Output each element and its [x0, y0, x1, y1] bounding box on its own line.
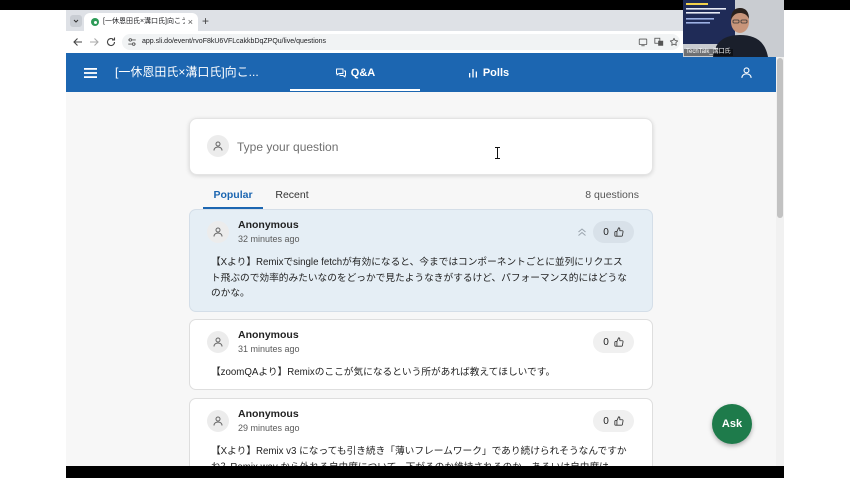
tab-polls-label: Polls	[482, 66, 510, 79]
tab-polls[interactable]: Polls	[423, 53, 553, 92]
app-header: [一休恩田氏×溝口氏]向こ... Q&A Polls	[66, 53, 776, 92]
scrollbar[interactable]	[776, 53, 784, 466]
translate-icon[interactable]	[654, 37, 664, 47]
avatar	[207, 410, 229, 432]
reload-icon[interactable]	[105, 36, 117, 48]
avatar	[207, 221, 229, 243]
person-icon	[213, 227, 223, 237]
browser-tab[interactable]: [一休恩田氏×溝口氏]向こう一ル ×	[84, 13, 198, 31]
double-chevron-up-icon	[578, 228, 586, 236]
like-button[interactable]: 0	[593, 410, 634, 432]
tab-title: [一休恩田氏×溝口氏]向こう一ル	[103, 18, 185, 25]
question-input[interactable]	[237, 119, 637, 174]
person-icon	[213, 141, 223, 151]
question-author: Anonymous	[238, 219, 299, 231]
question-time: 32 minutes ago	[238, 234, 300, 244]
tab-qa-label: Q&A	[350, 66, 376, 79]
question-text: 【Xより】Remix v3 になっても引き続き「薄いフレームワーク」であり続けら…	[211, 446, 627, 466]
tab-close-button[interactable]: ×	[188, 13, 193, 31]
like-count: 0	[603, 226, 609, 238]
person-icon	[213, 337, 223, 347]
question-time: 29 minutes ago	[238, 423, 300, 433]
like-count: 0	[603, 415, 609, 427]
chat-bubbles-icon	[335, 68, 346, 77]
like-count: 0	[603, 336, 609, 348]
like-button[interactable]: 0	[593, 221, 634, 243]
slido-favicon-icon	[91, 18, 99, 26]
ask-button[interactable]: Ask	[712, 404, 752, 444]
tune-icon[interactable]	[127, 37, 137, 47]
new-tab-button[interactable]: +	[202, 13, 209, 29]
chevron-down-icon	[73, 19, 79, 23]
tab-search-button[interactable]	[70, 15, 82, 27]
active-tab-indicator	[290, 89, 420, 91]
avatar	[207, 331, 229, 353]
arrow-right-icon[interactable]	[88, 36, 100, 48]
arrow-left-icon[interactable]	[72, 36, 84, 48]
question-text: 【zoomQAより】Remixのここが気になるという所があれば教えてほしいです。	[211, 367, 556, 378]
webcam-label: TechTalk_溝口氏	[684, 49, 733, 56]
address-bar[interactable]: app.sli.do/event/rvoF8kU6VFLcakkbDqZPQu/…	[122, 34, 680, 50]
question-composer[interactable]	[189, 118, 653, 175]
tab-recent[interactable]: Recent	[267, 183, 317, 209]
cast-icon[interactable]	[638, 37, 648, 47]
tab-strip: [一休恩田氏×溝口氏]向こう一ル × +	[66, 10, 784, 31]
text-cursor-icon	[495, 147, 500, 159]
tab-qa[interactable]: Q&A	[290, 53, 420, 92]
question-card[interactable]: Anonymous 29 minutes ago 0 【Xより】Remix v3…	[189, 398, 653, 466]
webcam-overlay: TechTalk_溝口氏	[683, 0, 784, 57]
letterbox-bottom	[66, 466, 784, 478]
url-text: app.sli.do/event/rvoF8kU6VFLcakkbDqZPQu/…	[142, 38, 327, 45]
question-text: 【Xより】Remixでsingle fetchが有効になると、今まではコンポーネ…	[211, 257, 627, 299]
question-author: Anonymous	[238, 329, 299, 341]
bar-chart-icon	[468, 68, 477, 77]
question-time: 31 minutes ago	[238, 344, 300, 354]
like-button[interactable]: 0	[593, 331, 634, 353]
browser-window: [一休恩田氏×溝口氏]向こう一ル × + app.sli.do/event/rv…	[66, 10, 784, 466]
thumbs-up-icon	[614, 227, 624, 237]
question-author: Anonymous	[238, 408, 299, 420]
browser-toolbar: app.sli.do/event/rvoF8kU6VFLcakkbDqZPQu/…	[66, 31, 784, 53]
thumbs-up-icon	[614, 416, 624, 426]
avatar	[207, 135, 229, 157]
thumbs-up-icon	[614, 337, 624, 347]
star-icon[interactable]	[669, 37, 679, 47]
user-icon[interactable]	[740, 66, 753, 79]
question-card[interactable]: Anonymous 31 minutes ago 0 【zoomQAより】Rem…	[189, 319, 653, 390]
screen: [一休恩田氏×溝口氏]向こう一ル × + app.sli.do/event/rv…	[0, 0, 850, 478]
person-icon	[213, 416, 223, 426]
hamburger-menu-icon[interactable]	[84, 68, 97, 78]
scrollbar-thumb[interactable]	[777, 58, 783, 218]
question-card[interactable]: Anonymous 32 minutes ago 0 【Xより】Remixでsi…	[189, 209, 653, 312]
question-count: 8 questions	[585, 189, 639, 201]
tab-popular[interactable]: Popular	[203, 183, 263, 209]
event-title: [一休恩田氏×溝口氏]向こ...	[115, 65, 259, 79]
